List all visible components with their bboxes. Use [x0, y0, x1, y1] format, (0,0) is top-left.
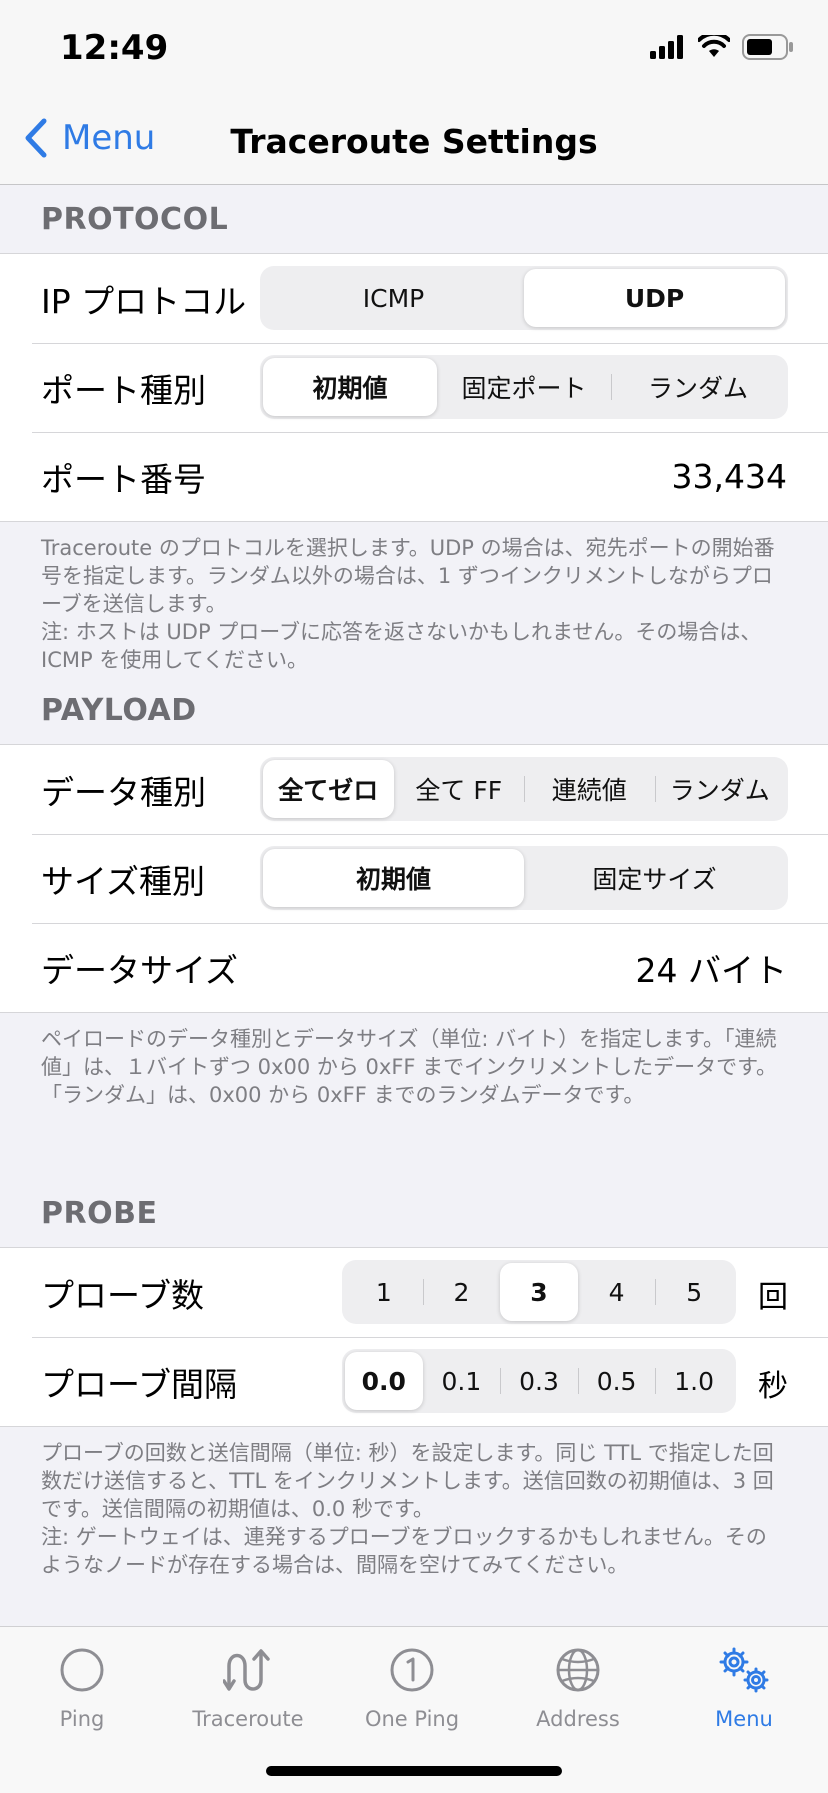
- tab-ping-label: Ping: [59, 1707, 105, 1731]
- globe-icon: [556, 1648, 600, 1692]
- payload-group: データ種別 全てゼロ 全て FF 連続値 ランダム サイズ種別 初期値 固定サイ…: [0, 744, 828, 1013]
- tab-address-label: Address: [536, 1707, 620, 1731]
- wifi-icon: [697, 31, 731, 63]
- segment-count-5[interactable]: 5: [655, 1263, 733, 1321]
- tab-one-ping-label: One Ping: [364, 1707, 460, 1731]
- protocol-footer-content: Traceroute のプロトコルを選択します。UDP の場合は、宛先ポートの開…: [41, 536, 775, 672]
- page-title: Traceroute Settings: [230, 122, 598, 161]
- segment-all-ff[interactable]: 全て FF: [394, 760, 525, 818]
- payload-footer-text: ペイロードのデータ種別とデータサイズ（単位: バイト）を指定します。「連続値」は…: [0, 1013, 828, 1179]
- segment-interval-0-0[interactable]: 0.0: [345, 1352, 423, 1410]
- section-header-payload: PAYLOAD: [41, 692, 197, 728]
- tab-one-ping[interactable]: One Ping: [332, 1643, 492, 1731]
- port-kind-row: ポート種別 初期値 固定ポート ランダム: [0, 343, 828, 432]
- tab-menu-label: Menu: [715, 1707, 773, 1731]
- probe-footer-text: プローブの回数と送信間隔（単位: 秒）を設定します。同じ TTL で指定した回数…: [0, 1427, 828, 1579]
- section-header-protocol: PROTOCOL: [41, 201, 229, 237]
- segment-port-default[interactable]: 初期値: [263, 358, 437, 416]
- port-number-label: ポート番号: [41, 459, 206, 499]
- signal-icon: [650, 35, 686, 63]
- probe-count-row: プローブ数 1 2 3 4 5 回: [0, 1248, 828, 1337]
- probe-group: プローブ数 1 2 3 4 5 回 プローブ間隔 0.0 0.1 0.3 0.5…: [0, 1247, 828, 1427]
- tab-menu[interactable]: Menu: [664, 1643, 824, 1731]
- data-kind-segmented-control: 全てゼロ 全て FF 連続値 ランダム: [260, 757, 788, 821]
- settings-list[interactable]: PROTOCOL IP プロトコル ICMP UDP ポート種別 初期値 固定ポ…: [0, 185, 828, 1625]
- size-kind-label: サイズ種別: [41, 861, 206, 901]
- port-kind-segmented-control: 初期値 固定ポート ランダム: [260, 355, 788, 419]
- ip-protocol-segmented-control: ICMP UDP: [260, 266, 788, 330]
- segment-data-random[interactable]: ランダム: [654, 760, 786, 818]
- segment-interval-0-3[interactable]: 0.3: [500, 1352, 578, 1410]
- segment-size-default[interactable]: 初期値: [263, 849, 524, 907]
- segment-size-fixed[interactable]: 固定サイズ: [524, 849, 785, 907]
- battery-icon: [742, 34, 794, 64]
- circle-icon: [60, 1648, 104, 1692]
- status-time: 12:49: [60, 28, 169, 68]
- one-ping-icon: [390, 1648, 434, 1692]
- tab-traceroute-label: Traceroute: [192, 1707, 304, 1731]
- segment-count-1[interactable]: 1: [345, 1263, 423, 1321]
- segment-port-fixed[interactable]: 固定ポート: [437, 358, 611, 416]
- segment-count-4[interactable]: 4: [578, 1263, 656, 1321]
- probe-count-segmented-control: 1 2 3 4 5: [342, 1260, 736, 1324]
- data-kind-label: データ種別: [41, 772, 206, 812]
- probe-interval-label: プローブ間隔: [41, 1364, 238, 1404]
- segment-count-2[interactable]: 2: [422, 1263, 501, 1321]
- data-kind-row: データ種別 全てゼロ 全て FF 連続値 ランダム: [0, 745, 828, 834]
- status-icons: [650, 31, 794, 64]
- payload-footer-content: ペイロードのデータ種別とデータサイズ（単位: バイト）を指定します。「連続値」は…: [41, 1027, 778, 1107]
- protocol-footer-text: Traceroute のプロトコルを選択します。UDP の場合は、宛先ポートの開…: [0, 522, 828, 676]
- protocol-group: IP プロトコル ICMP UDP ポート種別 初期値 固定ポート ランダム ポ…: [0, 253, 828, 522]
- probe-footer-content: プローブの回数と送信間隔（単位: 秒）を設定します。同じ TTL で指定した回数…: [41, 1441, 774, 1577]
- segment-icmp[interactable]: ICMP: [263, 269, 524, 327]
- status-bar: 12:49: [0, 0, 828, 100]
- size-kind-segmented-control: 初期値 固定サイズ: [260, 846, 788, 910]
- segment-interval-0-1[interactable]: 0.1: [423, 1352, 501, 1410]
- segment-interval-0-5[interactable]: 0.5: [577, 1352, 656, 1410]
- tab-address[interactable]: Address: [498, 1643, 658, 1731]
- probe-interval-segmented-control: 0.0 0.1 0.3 0.5 1.0: [342, 1349, 736, 1413]
- ip-protocol-row: IP プロトコル ICMP UDP: [0, 254, 828, 343]
- probe-interval-row: プローブ間隔 0.0 0.1 0.3 0.5 1.0 秒: [0, 1337, 828, 1426]
- navigation-bar: Menu Traceroute Settings: [0, 100, 828, 185]
- segment-port-random[interactable]: ランダム: [611, 358, 785, 416]
- segment-sequential[interactable]: 連続値: [524, 760, 655, 818]
- tab-traceroute[interactable]: Traceroute: [168, 1643, 328, 1731]
- tab-ping[interactable]: Ping: [2, 1643, 162, 1731]
- section-header-probe: PROBE: [41, 1195, 158, 1231]
- port-number-row[interactable]: ポート番号 33,434: [0, 432, 828, 521]
- data-size-row[interactable]: データサイズ 24 バイト: [0, 923, 828, 1012]
- probe-count-label: プローブ数: [41, 1275, 205, 1315]
- home-indicator: [266, 1766, 562, 1776]
- data-size-value: 24 バイト: [635, 950, 787, 990]
- segment-interval-1-0[interactable]: 1.0: [655, 1352, 733, 1410]
- segment-all-zero[interactable]: 全てゼロ: [263, 760, 394, 818]
- port-number-value: 33,434: [671, 457, 787, 496]
- traceroute-icon: [223, 1649, 270, 1691]
- port-kind-label: ポート種別: [41, 370, 206, 410]
- segment-udp[interactable]: UDP: [524, 269, 785, 327]
- probe-count-unit: 回: [758, 1280, 788, 1315]
- size-kind-row: サイズ種別 初期値 固定サイズ: [0, 834, 828, 923]
- data-size-label: データサイズ: [41, 950, 239, 990]
- gears-icon: [719, 1647, 769, 1693]
- probe-interval-unit: 秒: [758, 1369, 788, 1404]
- ip-protocol-label: IP プロトコル: [41, 281, 247, 321]
- segment-count-3[interactable]: 3: [500, 1263, 578, 1321]
